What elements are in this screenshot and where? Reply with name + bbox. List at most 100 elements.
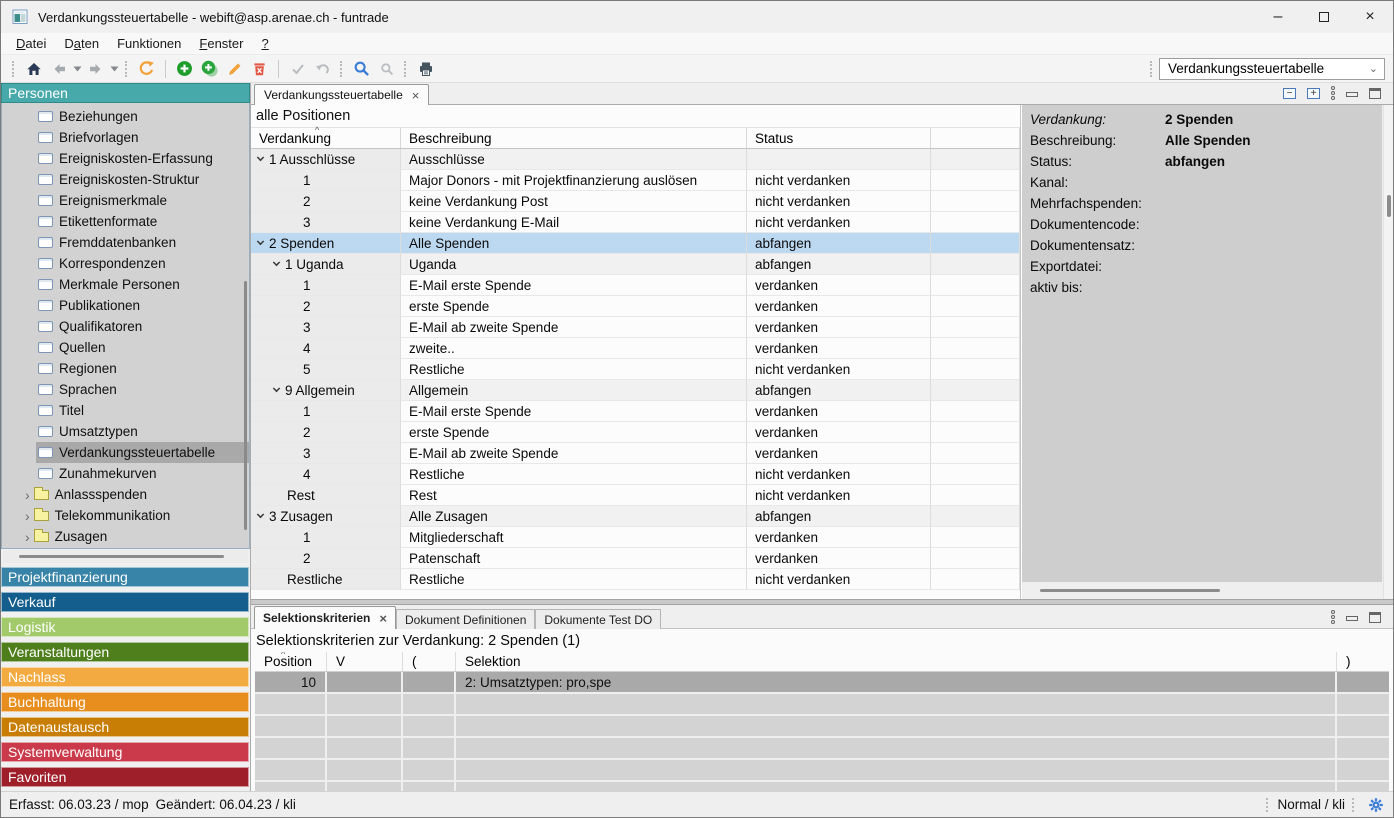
sidebar-section-veranstaltungen[interactable]: Veranstaltungen: [1, 642, 249, 662]
tab-close-icon[interactable]: ×: [379, 612, 387, 625]
panel-maximize-icon[interactable]: [1369, 612, 1381, 623]
sidebar-item-beziehungen[interactable]: Beziehungen: [2, 106, 249, 127]
expand-all-icon[interactable]: +: [1307, 88, 1320, 99]
selection-row[interactable]: 102: Umsatztypen: pro,spe: [255, 672, 1389, 694]
back-history-caret[interactable]: [71, 57, 83, 81]
selection-row[interactable]: [255, 694, 1389, 716]
minimize-button[interactable]: –: [1255, 1, 1301, 33]
tab-dokument-definitionen[interactable]: Dokument Definitionen: [396, 609, 535, 629]
sidebar-item-ereignismerkmale[interactable]: Ereignismerkmale: [2, 190, 249, 211]
tab-close-icon[interactable]: ×: [412, 89, 420, 102]
sidebar-item-zusagen[interactable]: ›Zusagen: [2, 526, 249, 547]
sidebar-section-favoriten[interactable]: Favoriten: [1, 767, 249, 787]
scrollbar-thumb[interactable]: [1387, 195, 1391, 217]
menu-item-datei[interactable]: Datei: [7, 34, 55, 53]
sidebar-item-ereigniskosten-struktur[interactable]: Ereigniskosten-Struktur: [2, 169, 249, 190]
sidebar-section-nachlass[interactable]: Nachlass: [1, 667, 249, 687]
toolbar-grip[interactable]: [125, 61, 129, 77]
sidebar-section-logistik[interactable]: Logistik: [1, 617, 249, 637]
table-row[interactable]: 3keine Verdankung E-Mailnicht verdanken: [251, 212, 1020, 233]
panel-menu-icon[interactable]: [1331, 610, 1335, 624]
table-row[interactable]: 3E-Mail ab zweite Spendeverdanken: [251, 443, 1020, 464]
menu-item-?[interactable]: ?: [252, 34, 277, 53]
column-header-verdankung[interactable]: Verdankung ^: [251, 128, 401, 148]
selection-row[interactable]: [255, 738, 1389, 760]
scrollbar-thumb[interactable]: [19, 555, 224, 558]
table-row[interactable]: 4Restlichenicht verdanken: [251, 464, 1020, 485]
column-header-empty[interactable]: [931, 128, 1020, 148]
delete-button[interactable]: [247, 57, 272, 81]
sidebar-section-projektfinanzierung[interactable]: Projektfinanzierung: [1, 567, 249, 587]
sidebar-item-anlassspenden[interactable]: ›Anlassspenden: [2, 484, 249, 505]
add-button[interactable]: [172, 57, 197, 81]
settings-button[interactable]: [1367, 796, 1385, 814]
table-row[interactable]: 1E-Mail erste Spendeverdanken: [251, 275, 1020, 296]
column-header-selektion[interactable]: Selektion: [456, 652, 1337, 671]
chevron-expanded-icon[interactable]: [273, 258, 280, 265]
table-row[interactable]: RestRestnicht verdanken: [251, 485, 1020, 506]
panel-minimize-icon[interactable]: [1346, 92, 1358, 97]
panel-minimize-icon[interactable]: [1346, 616, 1358, 621]
add-duplicate-button[interactable]: [197, 57, 222, 81]
table-row[interactable]: 1E-Mail erste Spendeverdanken: [251, 401, 1020, 422]
table-row[interactable]: 2erste Spendeverdanken: [251, 422, 1020, 443]
print-button[interactable]: [413, 57, 438, 81]
sidebar-section-verkauf[interactable]: Verkauf: [1, 592, 249, 612]
detail-vertical-scrollbar[interactable]: [1383, 105, 1393, 599]
sidebar-item-sprachen[interactable]: Sprachen: [2, 379, 249, 400]
collapse-all-icon[interactable]: −: [1283, 88, 1296, 99]
toolbar-grip[interactable]: [1150, 61, 1154, 77]
chevron-expanded-icon[interactable]: [273, 384, 280, 391]
forward-button[interactable]: [83, 57, 108, 81]
table-row[interactable]: 2keine Verdankung Postnicht verdanken: [251, 191, 1020, 212]
table-row[interactable]: 9 AllgemeinAllgemeinabfangen: [251, 380, 1020, 401]
column-header-position[interactable]: Position ^: [255, 652, 327, 671]
sidebar-item-merkmale-personen[interactable]: Merkmale Personen: [2, 274, 249, 295]
scrollbar-thumb[interactable]: [1040, 589, 1220, 592]
sidebar-item-fremddatenbanken[interactable]: Fremddatenbanken: [2, 232, 249, 253]
sidebar-item-briefvorlagen[interactable]: Briefvorlagen: [2, 127, 249, 148]
sidebar-item-zunahmekurven[interactable]: Zunahmekurven: [2, 463, 249, 484]
table-row[interactable]: 3 ZusagenAlle Zusagenabfangen: [251, 506, 1020, 527]
tab-verdankungssteuertabelle[interactable]: Verdankungssteuertabelle ×: [254, 84, 429, 105]
sidebar-item-etikettenformate[interactable]: Etikettenformate: [2, 211, 249, 232]
column-header-open-paren[interactable]: (: [403, 652, 456, 671]
module-combobox[interactable]: Verdankungssteuertabelle ⌄: [1159, 58, 1385, 80]
column-header-beschreibung[interactable]: Beschreibung: [401, 128, 747, 148]
sidebar-item-quellen[interactable]: Quellen: [2, 337, 249, 358]
toolbar-grip[interactable]: [404, 61, 408, 77]
table-row[interactable]: 1Mitgliederschaftverdanken: [251, 527, 1020, 548]
sidebar-item-korrespondenzen[interactable]: Korrespondenzen: [2, 253, 249, 274]
sidebar-item-qualifikatoren[interactable]: Qualifikatoren: [2, 316, 249, 337]
home-button[interactable]: [21, 57, 46, 81]
back-button[interactable]: [46, 57, 71, 81]
scrollbar-thumb[interactable]: [244, 281, 247, 530]
sidebar-item-umsatztypen[interactable]: Umsatztypen: [2, 421, 249, 442]
sidebar-item-titel[interactable]: Titel: [2, 400, 249, 421]
table-row[interactable]: 5Restlichenicht verdanken: [251, 359, 1020, 380]
tree-horizontal-scrollbar[interactable]: [3, 550, 248, 563]
sidebar-section-systemverwaltung[interactable]: Systemverwaltung: [1, 742, 249, 762]
sidebar-item-verdankungssteuertabelle[interactable]: Verdankungssteuertabelle: [2, 442, 249, 463]
forward-history-caret[interactable]: [108, 57, 120, 81]
panel-maximize-icon[interactable]: [1369, 88, 1381, 99]
column-header-close-paren[interactable]: ): [1337, 652, 1389, 671]
table-row[interactable]: 3E-Mail ab zweite Spendeverdanken: [251, 317, 1020, 338]
sidebar-item-ereigniskosten-erfassung[interactable]: Ereigniskosten-Erfassung: [2, 148, 249, 169]
panel-menu-icon[interactable]: [1331, 86, 1335, 100]
table-row[interactable]: RestlicheRestlichenicht verdanken: [251, 569, 1020, 590]
sidebar-section-datenaustausch[interactable]: Datenaustausch: [1, 717, 249, 737]
table-row[interactable]: 4zweite..verdanken: [251, 338, 1020, 359]
selection-row[interactable]: [255, 782, 1389, 791]
selection-row[interactable]: [255, 716, 1389, 738]
menu-item-daten[interactable]: Daten: [55, 34, 108, 53]
tab-selektionskriterien[interactable]: Selektionskriterien×: [254, 606, 396, 629]
sidebar-header-personen[interactable]: Personen: [1, 83, 250, 103]
search-secondary-button[interactable]: [374, 57, 399, 81]
menu-item-funktionen[interactable]: Funktionen: [108, 34, 190, 53]
column-header-status[interactable]: Status: [747, 128, 931, 148]
chevron-expanded-icon[interactable]: [257, 153, 264, 160]
toolbar-grip[interactable]: [340, 61, 344, 77]
filter-label[interactable]: alle Positionen: [251, 105, 1020, 127]
undo-button[interactable]: [310, 57, 335, 81]
